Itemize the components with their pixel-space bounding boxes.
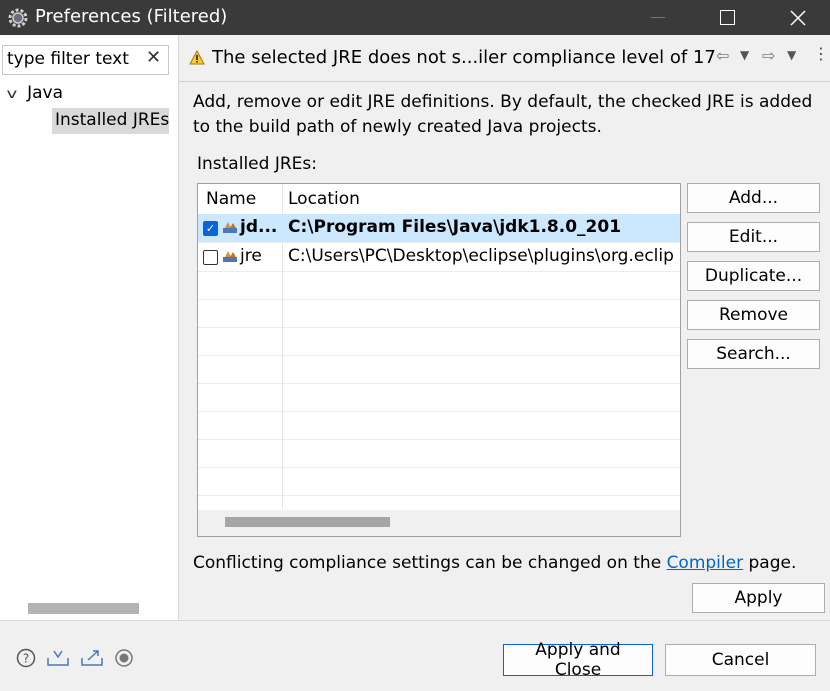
record-icon[interactable] (114, 648, 134, 668)
maximize-icon (720, 10, 735, 25)
cancel-button[interactable]: Cancel (665, 644, 816, 676)
table-row[interactable]: jre C:\Users\PC\Desktop\eclipse\plugins\… (198, 243, 680, 271)
row-divider (198, 299, 680, 300)
export-icon[interactable] (80, 648, 104, 668)
jre-library-icon (223, 222, 237, 233)
minimize-icon (650, 17, 665, 18)
table-row[interactable]: ✓ jd... C:\Program Files\Java\jdk1.8.0_2… (198, 214, 680, 242)
compliance-note: Conflicting compliance settings can be c… (193, 553, 796, 573)
jre-location: C:\Users\PC\Desktop\eclipse\plugins\org.… (288, 246, 674, 266)
add-button[interactable]: Add... (687, 183, 820, 213)
clear-filter-icon[interactable]: ✕ (146, 47, 161, 68)
filter-input-text[interactable]: type filter text (7, 49, 129, 69)
minimize-button[interactable] (635, 0, 680, 35)
tree-horizontal-scrollbar[interactable] (28, 603, 139, 614)
tree-item-installed-jres-label: Installed JREs (55, 110, 169, 130)
preferences-tree-panel: type filter text ✕ v Java Installed JREs (0, 35, 179, 620)
scrollbar-thumb[interactable] (225, 517, 390, 527)
row-divider (198, 355, 680, 356)
remove-button[interactable]: Remove (687, 300, 820, 330)
table-horizontal-scrollbar[interactable] (198, 510, 680, 536)
back-dropdown-icon[interactable]: ▼ (740, 48, 749, 62)
footer-icon-bar: ? (16, 648, 134, 668)
row-divider (198, 467, 680, 468)
column-header-location[interactable]: Location (288, 184, 360, 214)
row-divider (198, 271, 680, 272)
jre-table[interactable]: Name Location ✓ jd... C:\Program Files\J… (197, 183, 681, 537)
window-title: Preferences (Filtered) (35, 6, 228, 27)
row-divider (198, 383, 680, 384)
import-icon[interactable] (46, 648, 70, 668)
svg-text:?: ? (23, 652, 29, 666)
maximize-button[interactable] (705, 0, 750, 35)
compiler-link[interactable]: Compiler (667, 553, 744, 573)
close-icon (789, 9, 806, 26)
view-menu-icon[interactable]: ⋮ (813, 44, 829, 63)
jre-location: C:\Program Files\Java\jdk1.8.0_201 (288, 217, 622, 237)
chevron-down-icon[interactable]: v (6, 87, 17, 102)
column-header-name[interactable]: Name (206, 184, 256, 214)
jre-checkbox-unchecked[interactable] (203, 250, 218, 265)
preferences-gear-icon (8, 8, 28, 28)
duplicate-button[interactable]: Duplicate... (687, 261, 820, 291)
tree-item-installed-jres[interactable]: Installed JREs (52, 108, 169, 134)
close-button[interactable] (775, 0, 820, 35)
page-description: Add, remove or edit JRE definitions. By … (193, 92, 813, 137)
compliance-note-suffix: page. (743, 553, 797, 573)
filter-input[interactable]: type filter text ✕ (2, 45, 169, 75)
installed-jres-label: Installed JREs: (197, 154, 317, 174)
back-arrow-icon[interactable]: ⇦ (716, 46, 729, 65)
apply-and-close-button[interactable]: Apply and Close (503, 640, 653, 680)
row-divider (198, 411, 680, 412)
footer-divider (0, 620, 830, 621)
warning-message: The selected JRE does not s...iler compl… (212, 47, 716, 68)
warning-icon (189, 50, 205, 65)
title-bar: Preferences (Filtered) (0, 0, 830, 35)
help-icon[interactable]: ? (16, 648, 36, 668)
tree-item-java[interactable]: v Java (6, 83, 64, 103)
compliance-note-prefix: Conflicting compliance settings can be c… (193, 553, 667, 573)
search-button[interactable]: Search... (687, 339, 820, 369)
jre-checkbox-checked[interactable]: ✓ (203, 221, 218, 236)
row-divider (198, 439, 680, 440)
row-divider (198, 327, 680, 328)
jre-name: jd... (240, 217, 278, 237)
tree-item-java-label: Java (27, 83, 64, 103)
edit-button[interactable]: Edit... (687, 222, 820, 252)
forward-arrow-icon[interactable]: ⇨ (762, 46, 775, 65)
row-divider (198, 495, 680, 496)
header-divider (179, 81, 830, 82)
apply-button[interactable]: Apply (692, 583, 825, 613)
jre-name: jre (240, 246, 262, 266)
forward-dropdown-icon[interactable]: ▼ (787, 48, 796, 62)
jre-library-icon (223, 251, 237, 262)
